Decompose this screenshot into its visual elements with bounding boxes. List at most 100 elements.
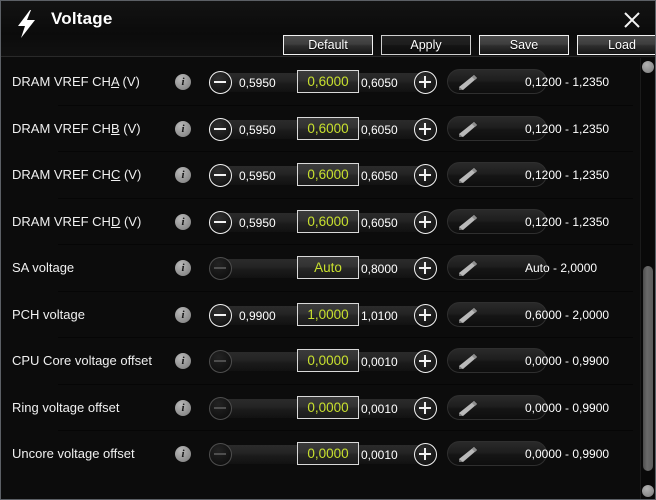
info-icon[interactable]: i [175, 307, 191, 323]
previous-value[interactable]: 0,5950 [239, 169, 276, 183]
next-value[interactable]: 0,0010 [361, 448, 398, 462]
value-range-text: 0,1200 - 1,2350 [525, 168, 609, 182]
next-value[interactable]: 0,6050 [361, 76, 398, 90]
value-input[interactable]: 0,6000 [297, 70, 359, 93]
value-spinner: 0,9900 1,00001,0100 [209, 301, 437, 329]
value-input[interactable]: 0,0000 [297, 442, 359, 465]
setting-label: DRAM VREF CHA (V) [12, 74, 140, 89]
next-value[interactable]: 0,6050 [361, 216, 398, 230]
next-value[interactable]: 0,0010 [361, 355, 398, 369]
previous-value[interactable]: 0,5950 [239, 76, 276, 90]
info-icon[interactable]: i [175, 353, 191, 369]
row-separator [58, 151, 633, 152]
plus-icon[interactable] [414, 211, 437, 234]
minus-icon[interactable] [209, 164, 232, 187]
setting-row: PCH voltagei0,99001,00001,01000,6000 - 2… [1, 291, 641, 338]
value-range-text: 0,1200 - 1,2350 [525, 122, 609, 136]
previous-value[interactable]: 0,9900 [239, 309, 276, 323]
voltage-settings-list: DRAM VREF CHA (V)i0,59500,60000,60500,12… [1, 58, 641, 500]
setting-label: Ring voltage offset [12, 400, 119, 415]
save-button[interactable]: Save [479, 35, 569, 55]
next-value[interactable]: 0,6050 [361, 169, 398, 183]
next-value[interactable]: 0,0010 [361, 402, 398, 416]
setting-label: DRAM VREF CHD (V) [12, 214, 141, 229]
value-input[interactable]: 0,6000 [297, 163, 359, 186]
plus-icon[interactable] [414, 257, 437, 280]
value-range-text: Auto - 2,0000 [525, 261, 597, 275]
value-input[interactable]: Auto [297, 256, 359, 279]
value-spinner: 0,00000,0010 [209, 440, 437, 468]
minus-icon[interactable] [209, 304, 232, 327]
value-range-text: 0,1200 - 1,2350 [525, 75, 609, 89]
previous-value[interactable]: 0,5950 [239, 123, 276, 137]
row-separator [58, 430, 633, 431]
next-value[interactable]: 0,8000 [361, 262, 398, 276]
vertical-scrollbar[interactable] [640, 58, 654, 500]
value-input[interactable]: 0,6000 [297, 117, 359, 140]
scrollbar-thumb[interactable] [643, 266, 653, 471]
plus-icon[interactable] [414, 397, 437, 420]
setting-label-text: SA voltage [12, 260, 74, 275]
setting-row: SA voltage i Auto0,8000 Auto - 2,0000 [1, 244, 641, 291]
close-icon[interactable] [619, 7, 645, 33]
page-title: Voltage [51, 9, 113, 29]
pencil-icon [456, 353, 478, 370]
info-icon[interactable]: i [175, 214, 191, 230]
info-icon[interactable]: i [175, 260, 191, 276]
scroll-up-button[interactable] [642, 61, 654, 73]
info-icon[interactable]: i [175, 121, 191, 137]
info-icon[interactable]: i [175, 74, 191, 90]
minus-icon[interactable] [209, 71, 232, 94]
minus-icon [209, 443, 232, 466]
setting-label-text: CPU Core voltage offset [12, 353, 152, 368]
setting-label: DRAM VREF CHC (V) [12, 167, 141, 182]
load-button[interactable]: Load [577, 35, 656, 55]
plus-icon[interactable] [414, 118, 437, 141]
value-spinner: 0,5950 0,60000,6050 [209, 115, 437, 143]
value-range-text: 0,6000 - 2,0000 [525, 308, 609, 322]
value-spinner: 0,5950 0,60000,6050 [209, 161, 437, 189]
apply-button[interactable]: Apply [381, 35, 471, 55]
setting-label-text: DRAM VREF CH [12, 121, 111, 136]
value-input[interactable]: 0,6000 [297, 210, 359, 233]
setting-row: DRAM VREF CHD (V)i0,59500,60000,60500,12… [1, 198, 641, 245]
setting-label: CPU Core voltage offset [12, 353, 152, 368]
setting-label-accelerator: B [111, 121, 120, 136]
info-icon[interactable]: i [175, 400, 191, 416]
minus-icon[interactable] [209, 211, 232, 234]
plus-icon[interactable] [414, 71, 437, 94]
minus-icon [209, 257, 232, 280]
plus-icon[interactable] [414, 164, 437, 187]
scroll-down-button[interactable] [642, 485, 654, 497]
info-icon[interactable]: i [175, 167, 191, 183]
info-icon[interactable]: i [175, 446, 191, 462]
value-input[interactable]: 0,0000 [297, 396, 359, 419]
value-input[interactable]: 1,0000 [297, 303, 359, 326]
next-value[interactable]: 0,6050 [361, 123, 398, 137]
setting-label-accelerator: C [111, 167, 120, 182]
lightning-bolt-icon [13, 9, 41, 39]
setting-row: CPU Core voltage offseti0,00000,00100,00… [1, 337, 641, 384]
previous-value[interactable]: 0,5950 [239, 216, 276, 230]
plus-icon[interactable] [414, 304, 437, 327]
pencil-icon [456, 260, 478, 277]
setting-label-text: DRAM VREF CH [12, 74, 111, 89]
value-spinner: Auto0,8000 [209, 254, 437, 282]
value-range-text: 0,0000 - 0,9900 [525, 447, 609, 461]
setting-label-text: Ring voltage offset [12, 400, 119, 415]
next-value[interactable]: 1,0100 [361, 309, 398, 323]
pencil-icon [456, 214, 478, 231]
value-spinner: 0,5950 0,60000,6050 [209, 208, 437, 236]
plus-icon[interactable] [414, 350, 437, 373]
plus-icon[interactable] [414, 443, 437, 466]
pencil-icon [456, 121, 478, 138]
value-spinner: 0,5950 0,60000,6050 [209, 68, 437, 96]
setting-label: SA voltage [12, 260, 74, 275]
pencil-icon [456, 74, 478, 91]
minus-icon[interactable] [209, 118, 232, 141]
value-input[interactable]: 0,0000 [297, 349, 359, 372]
setting-label-text: DRAM VREF CH [12, 214, 111, 229]
minus-icon [209, 397, 232, 420]
pencil-icon [456, 307, 478, 324]
default-button[interactable]: Default [283, 35, 373, 55]
